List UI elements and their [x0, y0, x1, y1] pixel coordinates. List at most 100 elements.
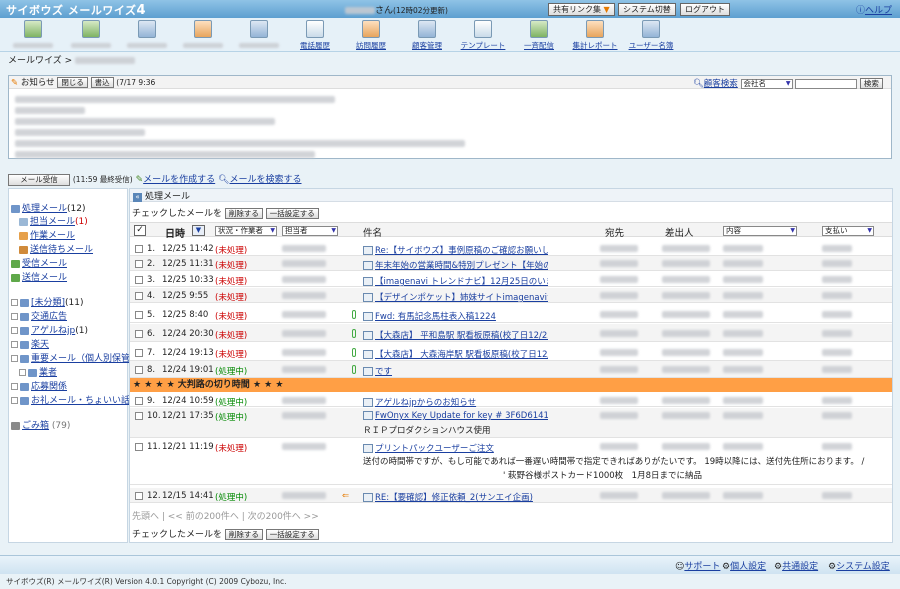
row-checkbox[interactable] [135, 245, 143, 253]
app-template[interactable]: テンプレート [454, 20, 512, 51]
shared-links-button[interactable]: 共有リンク集 ▼ [548, 3, 615, 16]
sidebar-item-applications[interactable]: 応募関係 [11, 379, 67, 392]
row-subject[interactable]: 【デザインポケット】姉妹サイトimagenaviからのご案... [363, 291, 548, 303]
col-subject[interactable]: 件名 [363, 225, 382, 239]
expand-icon[interactable] [11, 397, 18, 404]
app-broadcast[interactable]: 一斉配信 [510, 20, 568, 51]
row-subject[interactable]: プリントパックユーザーご注文 [363, 442, 548, 454]
pager[interactable]: 先頭へ | << 前の200件へ | 次の200件へ >> [132, 509, 319, 522]
row-checkbox[interactable] [135, 330, 143, 338]
row-status[interactable]: (処理中) [215, 365, 247, 377]
customer-search-button[interactable]: 検索 [859, 78, 883, 89]
system-switch-button[interactable]: システム切替 [618, 3, 676, 16]
row-checkbox[interactable] [135, 492, 143, 500]
select-all-checkbox[interactable]: ✓ [134, 225, 146, 236]
expand-icon[interactable] [11, 313, 18, 320]
row-subject[interactable]: です [363, 365, 548, 377]
row-status[interactable]: (未処理) [215, 348, 247, 360]
sidebar-item-unclassified[interactable]: [未分類](11) [11, 295, 84, 308]
row-checkbox[interactable] [135, 276, 143, 284]
expand-icon[interactable] [11, 327, 18, 334]
row-status[interactable]: (未処理) [215, 259, 247, 271]
row-checkbox[interactable] [135, 311, 143, 319]
system-settings-link[interactable]: ⚙システム設定 [828, 559, 890, 572]
row-status[interactable]: (未処理) [215, 442, 247, 454]
table-row[interactable]: 9. 12/24 10:59 (処理中) アゲルねjpからのお知らせ [130, 393, 892, 408]
search-mail-link[interactable]: メールを検索する [229, 175, 301, 185]
row-subject[interactable]: RE:【要確認】修正依頼_2(サンエイ企画) [363, 491, 548, 503]
table-row[interactable]: 2. 12/25 11:31(未処理) 年末年始の営業時間&特別プレゼント【年始の営… [130, 256, 892, 271]
compose-mail-link[interactable]: メールを作成する [143, 175, 215, 185]
sidebar-item-assigned[interactable]: 担当メール(1) [19, 214, 88, 227]
row-subject[interactable]: Re:【サイボウズ】事例原稿のご確認お願いします [363, 244, 548, 256]
row-status[interactable]: (処理中) [215, 396, 247, 408]
row-checkbox[interactable] [135, 349, 143, 357]
app-logo[interactable]: サイボウズ メールワイズ4 [6, 2, 146, 18]
sidebar-item-important[interactable]: 重要メール（個人別保管） [11, 351, 139, 364]
table-row[interactable]: 4. 12/25 9:55 (未処理) 【デザインポケット】姉妹サイトimagenav… [130, 288, 892, 303]
col-to[interactable]: 宛先 [605, 225, 624, 239]
row-checkbox[interactable] [135, 412, 143, 420]
app-visit-history[interactable]: 訪問履歴 [342, 20, 400, 51]
table-row[interactable]: 12. 12/15 14:41 (処理中) ⇐ RE:【要確認】修正依頼_2(サンエイ企… [130, 488, 892, 503]
row-subject[interactable]: 【大森店】 大森海岸駅 駅看板原稿(校了日12/25) ... [363, 348, 548, 360]
sidebar-item-rakuten[interactable]: 楽天 [11, 337, 49, 350]
expand-icon[interactable] [19, 369, 26, 376]
app-item-5[interactable] [230, 20, 288, 49]
delete-button-bottom[interactable]: 削除する [224, 529, 263, 540]
table-row[interactable]: 11. 12/21 11:19 (未処理) プリントパックユーザーご注文 送付の時間帯で… [130, 439, 892, 485]
customer-search-link[interactable]: 顧客検索 [704, 79, 738, 89]
row-checkbox[interactable] [135, 443, 143, 451]
row-status[interactable]: (未処理) [215, 310, 247, 322]
sidebar-item-ageru[interactable]: アゲルねjp(1) [11, 323, 88, 336]
app-phone-history[interactable]: 電話履歴 [286, 20, 344, 51]
row-status[interactable]: (処理中) [215, 411, 247, 423]
row-status[interactable]: (未処理) [215, 244, 247, 256]
app-report[interactable]: 集計レポート [566, 20, 624, 51]
sidebar-item-processing[interactable]: 処理メール(12) [11, 201, 86, 214]
sidebar-item-transport-ads[interactable]: 交通広告 [11, 309, 67, 322]
app-item-2[interactable] [62, 20, 120, 49]
row-subject[interactable]: 年末年始の営業時間&特別プレゼント【年始の営業時... [363, 259, 548, 271]
app-roster[interactable]: ユーザー名簿 [622, 20, 680, 51]
sidebar-item-vendors[interactable]: 業者 [19, 365, 57, 378]
customer-search-input[interactable] [795, 78, 858, 89]
bulk-set-button[interactable]: 一括設定する [265, 208, 319, 219]
row-subject[interactable]: アゲルねjpからのお知らせ [363, 396, 548, 408]
sort-desc-icon[interactable]: ▼ [192, 225, 205, 236]
delete-button[interactable]: 削除する [224, 208, 263, 219]
row-status[interactable]: (未処理) [215, 291, 247, 303]
row-checkbox[interactable] [135, 292, 143, 300]
row-subject[interactable]: 【大森店】 平和島駅 駅看板原稿(校了日12/25) 店... [363, 329, 548, 341]
content-filter-select[interactable]: 内容 [723, 226, 797, 236]
table-row[interactable]: 5. 12/25 8:40 (未処理) Fwd: 有馬記念馬柱表入稿1224 [130, 306, 892, 323]
row-status[interactable]: (未処理) [215, 329, 247, 341]
row-status[interactable]: (未処理) [215, 275, 247, 287]
row-subject[interactable]: 【imagenavi トレンドナビ】12月25日のいま知っておき... [363, 275, 548, 287]
row-checkbox[interactable] [135, 397, 143, 405]
table-row[interactable]: 6. 12/24 20:30 (未処理) 【大森店】 平和島駅 駅看板原稿(校了日12… [130, 324, 892, 342]
sidebar-item-inbox[interactable]: 受信メール [11, 256, 67, 269]
table-row[interactable]: 3. 12/25 10:33 (未処理) 【imagenavi トレンドナビ】12月2… [130, 272, 892, 287]
row-subject[interactable]: FwOnyx Key Update for key # 3F6D6141 - O… [363, 411, 548, 421]
bulk-set-button-bottom[interactable]: 一括設定する [265, 529, 319, 540]
app-item-3[interactable] [118, 20, 176, 49]
logout-button[interactable]: ログアウト [680, 3, 730, 16]
notice-close-button[interactable]: 閉じる [57, 77, 88, 88]
expand-icon[interactable] [11, 383, 18, 390]
sidebar-item-thanks[interactable]: お礼メール・ちょいい話 [11, 393, 130, 406]
sidebar-item-work[interactable]: 作業メール [19, 228, 75, 241]
sidebar-item-sent[interactable]: 送信メール [11, 270, 67, 283]
sidebar-item-outbox[interactable]: 送信待ちメール [19, 242, 93, 255]
help-link[interactable]: ⓘヘルプ [856, 3, 892, 16]
app-customer[interactable]: 顧客管理 [398, 20, 456, 51]
expand-icon[interactable] [11, 355, 18, 362]
expand-icon[interactable] [11, 341, 18, 348]
status-filter-select[interactable]: 状況・作業者 [215, 226, 277, 236]
personal-settings-link[interactable]: ⚙個人設定 [722, 559, 766, 572]
table-row[interactable]: 8. 12/24 19:01 (処理中) です [130, 361, 892, 378]
support-link[interactable]: ☺サポート [675, 559, 720, 572]
sidebar-item-trash[interactable]: ごみ箱 (79) [11, 418, 70, 431]
payment-filter-select[interactable]: 支払い [822, 226, 874, 236]
col-from[interactable]: 差出人 [665, 225, 694, 239]
